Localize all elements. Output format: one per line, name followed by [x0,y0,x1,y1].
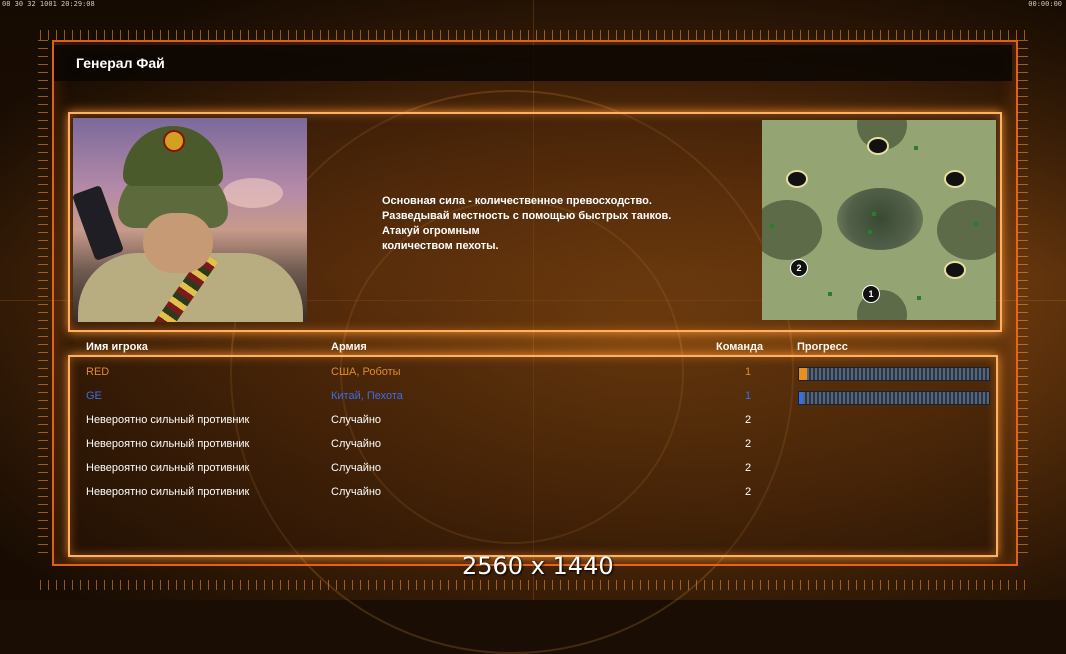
players-panel [68,355,998,557]
minimap-base [944,170,966,188]
player-team: 1 [745,390,752,402]
loading-progress-bar [798,367,990,381]
player-name: GE [86,390,102,402]
player-name: Невероятно сильный противник [86,486,250,498]
minimap-base [786,170,808,188]
player-team: 2 [745,486,752,498]
player-name: Невероятно сильный противник [86,414,250,426]
minimap-unit [868,230,872,234]
player-row: RED США, Роботы 1 [0,366,1066,384]
player-team: 2 [745,438,752,450]
minimap[interactable]: 2 1 [762,120,996,320]
player-team: 2 [745,462,752,474]
header-army: Армия [331,341,367,353]
ruler-bottom [40,580,1026,590]
player-army: Случайно [331,438,382,450]
minimap-terrain [762,200,822,260]
player-row: Невероятно сильный противник Случайно 2 [0,414,1066,432]
briefing-line: Разведывай местность с помощью быстрых т… [382,210,672,222]
minimap-base [944,261,966,279]
header-progress: Прогресс [797,341,848,353]
minimap-unit [917,296,921,300]
player-row: Невероятно сильный противник Случайно 2 [0,462,1066,480]
minimap-unit [974,222,978,226]
minimap-unit [828,292,832,296]
minimap-unit [770,224,774,228]
player-army: Случайно [331,414,382,426]
player-name: Невероятно сильный противник [86,462,250,474]
portrait-sky [223,178,283,208]
loading-progress-fill [799,392,803,404]
minimap-crater [837,188,923,250]
player-row: GE Китай, Пехота 1 [0,390,1066,408]
player-row: Невероятно сильный противник Случайно 2 [0,486,1066,504]
briefing-line: Атакуй огромным [382,225,480,237]
general-title: Генерал Фай [76,55,165,71]
minimap-terrain [937,200,996,260]
general-portrait [73,118,307,322]
minimap-base [867,137,889,155]
portrait-revolver [73,184,125,262]
portrait-face [143,213,213,273]
header-player-name: Имя игрока [86,341,148,353]
briefing-line: Основная сила - количественное превосход… [382,195,652,207]
minimap-unit [872,212,876,216]
loading-progress-fill [799,368,807,380]
minimap-unit [914,146,918,150]
loading-progress-bar [798,391,990,405]
player-row: Невероятно сильный противник Случайно 2 [0,438,1066,456]
minimap-start-marker: 2 [790,259,808,277]
briefing-text: Основная сила - количественное превосход… [382,194,671,254]
minimap-start-marker: 1 [862,285,880,303]
briefing-line: количеством пехоты. [382,240,499,252]
ruler-right [1018,40,1028,560]
player-name: RED [86,366,110,378]
player-army: Случайно [331,462,382,474]
ruler-top [40,30,1026,40]
header-team: Команда [716,341,764,353]
player-army: Случайно [331,486,382,498]
player-name: Невероятно сильный противник [86,438,250,450]
hud-timer: 00:00:00 [1028,0,1062,8]
ruler-left [38,40,48,560]
hud-clock: 08 30 32 1001 20:29:08 [2,0,95,8]
player-army: США, Роботы [331,366,401,378]
player-team: 1 [745,366,752,378]
player-army: Китай, Пехота [331,390,403,402]
resolution-label: 2560 x 1440 [462,552,614,580]
player-team: 2 [745,414,752,426]
portrait-cap-badge [163,130,185,152]
title-bar [54,45,1012,81]
